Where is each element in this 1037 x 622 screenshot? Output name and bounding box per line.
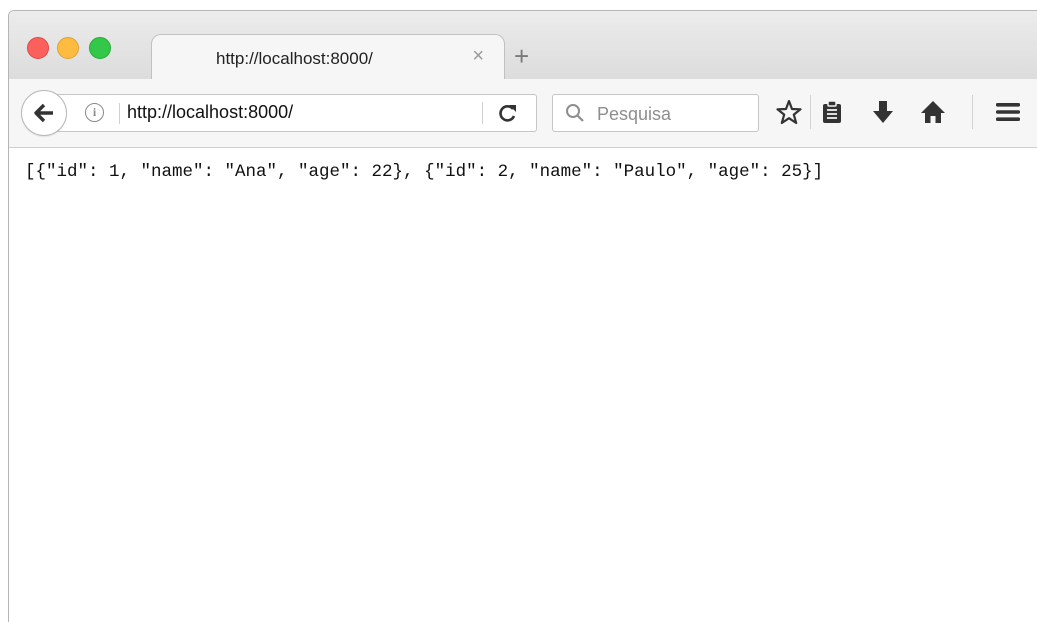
toolbar-separator [810,95,811,129]
back-arrow-icon [34,103,53,123]
url-text[interactable]: http://localhost:8000/ [127,102,293,123]
downloads-icon[interactable] [870,99,896,125]
page-content: [{"id": 1, "name": "Ana", "age": 22}, {"… [9,148,1037,622]
bookmark-star-icon[interactable] [776,99,802,125]
tab-close-icon[interactable]: × [472,45,484,68]
info-icon[interactable]: i [85,103,104,122]
search-placeholder: Pesquisa [597,104,672,124]
json-response-text: [{"id": 1, "name": "Ana", "age": 22}, {"… [25,162,824,182]
url-bar[interactable]: i http://localhost:8000/ [55,94,537,132]
browser-window: http://localhost:8000/ × + i http://loca… [8,10,1037,622]
tab-active[interactable]: http://localhost:8000/ × [151,34,505,80]
tab-title: http://localhost:8000/ [216,49,373,68]
reload-separator [482,102,483,124]
window-minimize-button[interactable] [57,37,79,59]
toolbar-separator [972,95,973,129]
url-separator [119,103,120,124]
search-bar[interactable]: Pesquisa [552,94,759,132]
navigation-toolbar: i http://localhost:8000/ Pesquisa [9,79,1037,148]
search-icon [566,104,584,122]
new-tab-button[interactable]: + [514,43,529,69]
reading-list-icon[interactable] [819,99,845,125]
home-icon[interactable] [920,99,946,125]
menu-icon[interactable] [995,99,1021,125]
tab-strip: http://localhost:8000/ × + [9,11,1037,80]
back-button[interactable] [21,90,67,136]
window-close-button[interactable] [27,37,49,59]
reload-icon[interactable] [495,101,521,125]
window-maximize-button[interactable] [89,37,111,59]
